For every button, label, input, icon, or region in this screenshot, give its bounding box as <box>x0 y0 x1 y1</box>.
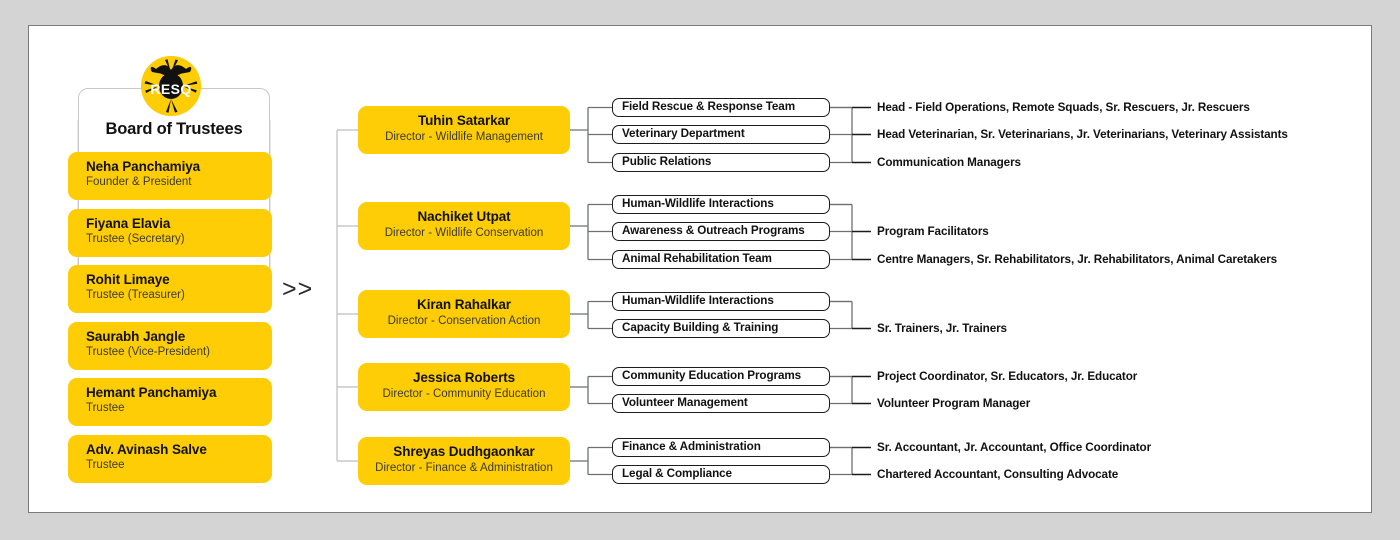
trustee-role: Trustee (Treasurer) <box>86 289 185 301</box>
trustee-card[interactable]: Adv. Avinash Salve Trustee <box>68 434 272 483</box>
department-card[interactable]: Field Rescue & Response Team <box>612 98 830 117</box>
director-card[interactable]: Nachiket Utpat Director - Wildlife Conser… <box>358 202 570 250</box>
department-roles: Project Coordinator, Sr. Educators, Jr. … <box>877 370 1138 383</box>
director-card[interactable]: Tuhin Satarkar Director - Wildlife Manage… <box>358 106 570 154</box>
department-card[interactable]: Capacity Building & Training <box>612 319 830 338</box>
trustee-role: Trustee <box>86 458 125 471</box>
trustee-card[interactable]: Rohit Limaye Trustee (Treasurer) <box>68 265 272 313</box>
director-name: Kiran Rahalkar <box>417 297 511 312</box>
trustee-role: Trustee (Vice-President) <box>86 345 210 358</box>
svg-text:RESQ: RESQ <box>150 81 191 97</box>
director-role: Director - Conservation Action <box>387 315 541 327</box>
trustee-card[interactable]: Saurabh Jangle Trustee (Vice-President) <box>68 321 272 370</box>
trustee-name: Adv. Avinash Salve <box>86 441 207 457</box>
trustee-name: Hemant Panchamiya <box>86 385 217 400</box>
department-roles: Communication Managers <box>877 156 1021 169</box>
department-roles: Sr. Accountant, Jr. Accountant, Office C… <box>877 441 1152 454</box>
department-roles: Head Veterinarian, Sr. Veterinarians, Jr… <box>877 128 1288 141</box>
department-card[interactable]: Volunteer Management <box>612 394 830 413</box>
department-card[interactable]: Community Education Programs <box>612 367 830 386</box>
trustee-card[interactable]: Fiyana Elavia Trustee (Secretary) <box>68 208 272 257</box>
department-roles: Head - Field Operations, Remote Squads, … <box>877 101 1250 114</box>
trustee-card[interactable]: Neha Panchamiya Founder & President <box>68 152 272 200</box>
board-of-trustees-title: Board of Trustees <box>105 120 243 138</box>
director-role: Director - Wildlife Conservation <box>384 227 544 239</box>
director-name: Jessica Roberts <box>412 370 516 385</box>
trustee-card[interactable]: Hemant Panchamiya Trustee <box>68 378 272 426</box>
department-card[interactable]: Human-Wildlife Interactions <box>612 195 830 214</box>
director-role: Director - Wildlife Management <box>385 131 543 143</box>
department-card[interactable]: Veterinary Department <box>612 125 830 144</box>
department-roles: Chartered Accountant, Consulting Advocat… <box>877 468 1119 481</box>
department-card[interactable]: Human-Wildlife Interactions <box>612 292 830 311</box>
department-card[interactable]: Animal Rehabilitation Team <box>612 250 830 269</box>
director-card[interactable]: Kiran Rahalkar Director - Conservation Ac… <box>358 290 570 338</box>
org-chart-canvas: RESQ Board of Trustees Neha Panchamiya Fo… <box>0 0 1400 540</box>
department-roles: Program Facilitators <box>877 225 989 238</box>
department-card[interactable]: Awareness & Outreach Programs <box>612 222 830 241</box>
trustee-name: Fiyana Elavia <box>86 215 171 231</box>
director-name: Nachiket Utpat <box>417 209 511 224</box>
director-role: Director - Community Education <box>382 388 546 400</box>
trustee-role: Founder & President <box>86 176 192 188</box>
department-roles: Centre Managers, Sr. Rehabilitators, Jr.… <box>877 253 1278 266</box>
department-card[interactable]: Public Relations <box>612 153 830 172</box>
trustee-role: Trustee <box>86 402 125 414</box>
department-card[interactable]: Legal & Compliance <box>612 465 830 484</box>
department-roles: Sr. Trainers, Jr. Trainers <box>877 322 1007 335</box>
department-card[interactable]: Finance & Administration <box>612 438 830 457</box>
trustee-role: Trustee (Secretary) <box>86 232 185 245</box>
director-card[interactable]: Shreyas Dudhgaonkar Director - Finance & … <box>358 437 570 485</box>
director-name: Tuhin Satarkar <box>417 113 511 128</box>
trustee-name: Neha Panchamiya <box>86 159 201 174</box>
director-card[interactable]: Jessica Roberts Director - Community Educ… <box>358 363 570 411</box>
director-role: Director - Finance & Administration <box>375 462 553 474</box>
trustee-name: Rohit Limaye <box>86 272 170 287</box>
trustee-name: Saurabh Jangle <box>86 328 186 344</box>
resq-logo-icon: RESQ <box>141 56 201 116</box>
director-name: Shreyas Dudhgaonkar <box>393 444 535 459</box>
chevron-divider-icon: >> <box>282 275 314 303</box>
department-roles: Volunteer Program Manager <box>877 397 1031 410</box>
